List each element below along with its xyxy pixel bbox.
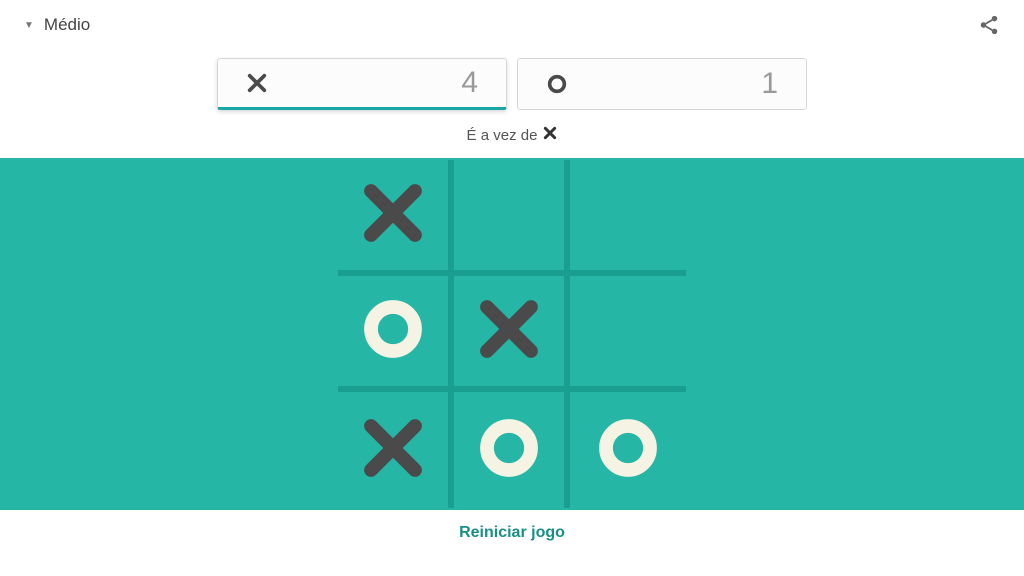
header: ▼ Médio <box>0 0 1024 50</box>
cell-1[interactable] <box>454 160 570 276</box>
cell-3[interactable] <box>338 276 454 392</box>
cell-8[interactable] <box>570 392 686 508</box>
cell-5[interactable] <box>570 276 686 392</box>
restart-button[interactable]: Reiniciar jogo <box>0 510 1024 556</box>
turn-player-icon <box>543 126 557 144</box>
score-card-o[interactable]: 1 <box>517 58 807 110</box>
share-icon[interactable] <box>978 14 1000 36</box>
turn-prefix: É a vez de <box>467 127 538 144</box>
difficulty-label: Médio <box>44 15 90 35</box>
x-mark-icon <box>360 180 426 251</box>
x-icon <box>246 72 268 94</box>
cell-0[interactable] <box>338 160 454 276</box>
cell-2[interactable] <box>570 160 686 276</box>
cell-4[interactable] <box>454 276 570 392</box>
x-mark-icon <box>476 296 542 367</box>
score-x-value: 4 <box>461 66 478 100</box>
turn-indicator: É a vez de <box>0 114 1024 158</box>
score-card-x[interactable]: 4 <box>217 58 507 110</box>
difficulty-dropdown[interactable]: ▼ Médio <box>24 15 90 35</box>
o-icon <box>546 73 568 95</box>
o-mark-icon <box>595 415 661 486</box>
chevron-down-icon: ▼ <box>24 20 34 31</box>
cell-6[interactable] <box>338 392 454 508</box>
score-o-value: 1 <box>761 67 778 101</box>
x-mark-icon <box>360 415 426 486</box>
o-mark-icon <box>476 415 542 486</box>
board-area <box>0 158 1024 510</box>
o-mark-icon <box>360 296 426 367</box>
board <box>338 160 686 508</box>
cell-7[interactable] <box>454 392 570 508</box>
score-row: 4 1 <box>0 50 1024 114</box>
